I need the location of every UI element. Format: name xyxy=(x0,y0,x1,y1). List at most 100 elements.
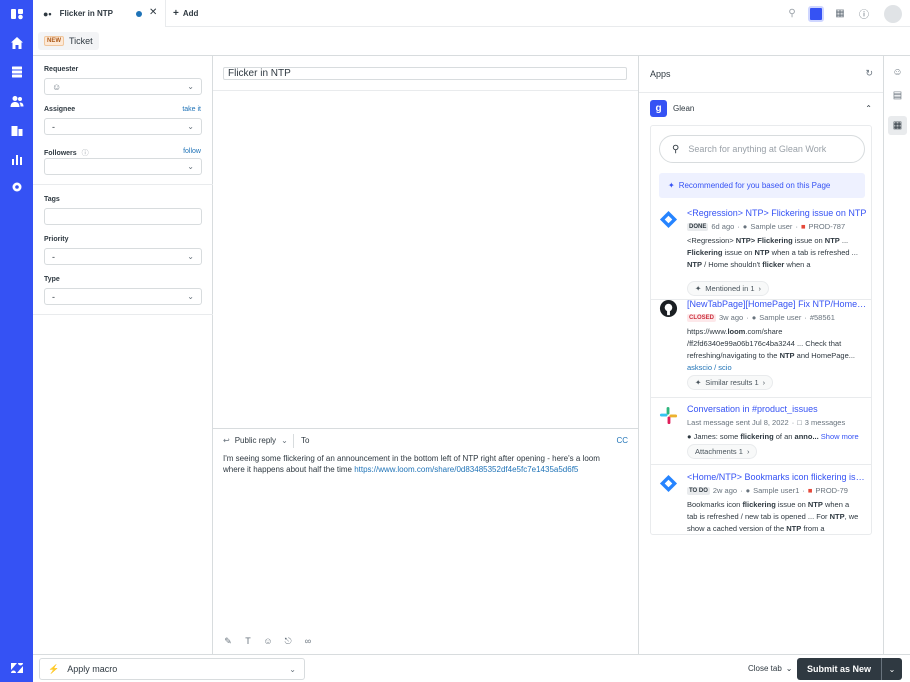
customers-icon[interactable] xyxy=(0,87,33,115)
assignee-field[interactable]: - ⌄ xyxy=(44,118,202,135)
type-field[interactable]: - ⌄ xyxy=(44,288,202,305)
glean-app-frame: ⚲ Search for anything at Glean Work ✦ Re… xyxy=(650,125,872,535)
context-rail: ☺ ▤ ▦ xyxy=(883,56,910,654)
compose-icon[interactable]: ✎ xyxy=(223,636,233,646)
close-tab-icon[interactable]: ✕ xyxy=(149,7,157,18)
plus-icon: + xyxy=(173,8,179,19)
zendesk-products-icon[interactable] xyxy=(0,654,33,682)
result-meta: TO DO 2w ago · ● Sample user1 · ■ PROD-79 xyxy=(687,486,848,495)
chevron-right-icon: › xyxy=(746,447,750,456)
result-snippet: Bookmarks icon flickering issue on NTP w… xyxy=(687,500,859,533)
zendesk-logo-icon[interactable] xyxy=(0,0,33,28)
followers-field[interactable]: ⌄ xyxy=(44,158,202,175)
glean-app-header[interactable]: g Glean xyxy=(650,100,694,117)
link-icon[interactable]: ∞ xyxy=(303,636,313,646)
requester-field[interactable]: ☺ ⌄ xyxy=(44,78,202,95)
submit-button[interactable]: Submit as New ⌄ xyxy=(797,658,902,680)
admin-gear-icon[interactable] xyxy=(0,173,33,201)
reply-arrow-icon: ↩ xyxy=(223,436,230,445)
subject-input[interactable]: Flicker in NTP xyxy=(223,67,627,80)
chevron-right-icon: › xyxy=(758,284,762,293)
show-more-link[interactable]: Show more xyxy=(821,432,859,441)
slack-icon xyxy=(659,406,678,425)
unsaved-dot xyxy=(136,11,142,17)
tags-field[interactable] xyxy=(44,208,202,225)
result-meta: Last message sent Jul 8, 2022 · □ 3 messa… xyxy=(687,418,846,427)
ticket-properties-panel: Requester ☺ ⌄ Assignee take it - ⌄ Follo… xyxy=(33,56,213,654)
tags-label: Tags xyxy=(44,196,60,203)
search-icon[interactable]: ⚲ xyxy=(780,0,804,27)
apply-macro-dropdown[interactable]: ⚡ Apply macro ⌄ xyxy=(39,658,305,680)
type-label: Type xyxy=(44,276,60,283)
reply-type-selector[interactable]: ↩ Public reply ⌄ xyxy=(223,436,288,445)
result-meta: CLOSED 3w ago · ● Sample user · #58561 xyxy=(687,313,835,322)
user-avatar[interactable] xyxy=(876,0,910,27)
priority-field[interactable]: - ⌄ xyxy=(44,248,202,265)
followers-label: Followers ⓘ xyxy=(44,150,89,157)
glean-search-input[interactable]: ⚲ Search for anything at Glean Work xyxy=(659,135,865,163)
new-status-badge: NEW xyxy=(44,36,64,46)
chevron-up-icon[interactable]: ⌃ xyxy=(865,104,872,113)
apps-grid-icon[interactable]: ▦ xyxy=(888,116,907,135)
products-grid-icon[interactable]: ▦ xyxy=(828,0,852,27)
knowledge-icon[interactable]: ▤ xyxy=(888,86,907,105)
repo-path[interactable]: askscio / scio xyxy=(687,363,732,372)
composer-toolbar: ✎ T ☺ ⎋ ∞ xyxy=(223,636,313,646)
home-icon[interactable] xyxy=(0,29,33,57)
user-profile-icon[interactable]: ☺ xyxy=(888,63,907,82)
result-meta: DONE 6d ago · ● Sample user · ■ PROD-787 xyxy=(687,222,846,231)
result-title[interactable]: <Regression> NTP> Flickering issue on NT… xyxy=(687,208,867,218)
chevron-down-icon: ⌄ xyxy=(187,292,194,301)
emoji-icon[interactable]: ☺ xyxy=(263,636,273,646)
priority-value: - xyxy=(52,251,55,262)
jira-issue-icon: ■ xyxy=(807,486,813,495)
priority-label: Priority xyxy=(44,236,69,243)
views-icon[interactable] xyxy=(0,58,33,86)
close-tab-dropdown[interactable]: Close tab ⌄ xyxy=(748,664,793,673)
attachments-chip[interactable]: Attachments 1 › xyxy=(687,444,758,459)
glean-name: Glean xyxy=(673,104,695,113)
reporting-icon[interactable] xyxy=(0,145,33,173)
similar-results-chip[interactable]: ✦ Similar results 1 › xyxy=(687,375,774,390)
mentioned-chip[interactable]: ✦ Mentioned in 1 › xyxy=(687,281,769,296)
apply-macro-label: Apply macro xyxy=(67,664,118,674)
status-badge: TO DO xyxy=(687,486,710,495)
loom-link[interactable]: https://www.loom.com/share/0d83485352df4… xyxy=(354,465,578,474)
sparkle-icon: ✦ xyxy=(695,378,702,387)
result-snippet: https://www.loom.com/share /ff2fd6340e99… xyxy=(687,327,856,372)
glean-icon xyxy=(808,5,824,22)
type-value: - xyxy=(52,291,55,302)
apps-title: Apps xyxy=(650,69,671,79)
result-title[interactable]: [NewTabPage][HomePage] Fix NTP/HomePage xyxy=(687,299,867,309)
chevron-down-icon[interactable]: ⌄ xyxy=(882,665,902,674)
glean-app-button[interactable] xyxy=(804,0,828,27)
attachment-icon[interactable]: ⎋ xyxy=(283,636,293,646)
top-right-actions: ⚲ ▦ ⓘ xyxy=(780,0,910,27)
chevron-down-icon: ⌄ xyxy=(187,162,194,171)
result-title[interactable]: Conversation in #product_issues xyxy=(687,404,867,414)
tab-ticket[interactable]: ●• Flicker in NTP ✕ xyxy=(33,0,166,27)
sparkle-icon: ✦ xyxy=(668,181,675,190)
result-title[interactable]: <Home/NTP> Bookmarks icon flickering iss… xyxy=(687,472,867,482)
to-label: To xyxy=(301,436,310,445)
organizations-icon[interactable] xyxy=(0,116,33,144)
reply-body-editor[interactable]: I'm seeing some flickering of an announc… xyxy=(223,454,623,475)
follow-link[interactable]: follow xyxy=(183,148,201,155)
help-icon[interactable]: ⓘ xyxy=(852,0,876,27)
result-snippet: ● James: some flickering of an anno... S… xyxy=(687,432,859,441)
take-it-link[interactable]: take it xyxy=(182,106,201,113)
ticket-breadcrumb[interactable]: NEW Ticket xyxy=(38,32,99,50)
text-format-icon[interactable]: T xyxy=(243,636,253,646)
divider xyxy=(651,397,871,398)
avatar xyxy=(884,4,902,23)
refresh-icon[interactable]: ↻ xyxy=(865,68,873,79)
divider xyxy=(213,428,638,429)
cc-link[interactable]: CC xyxy=(616,436,628,445)
user-icon: ☺ xyxy=(52,81,62,92)
recommended-label: Recommended for you based on this Page xyxy=(678,181,831,190)
assignee-value: - xyxy=(52,121,55,132)
sparkle-icon: ✦ xyxy=(695,284,702,293)
add-tab-button[interactable]: + Add xyxy=(173,8,198,19)
divider xyxy=(33,314,213,315)
result-snippet: <Regression> NTP> Flickering issue on NT… xyxy=(687,236,858,269)
